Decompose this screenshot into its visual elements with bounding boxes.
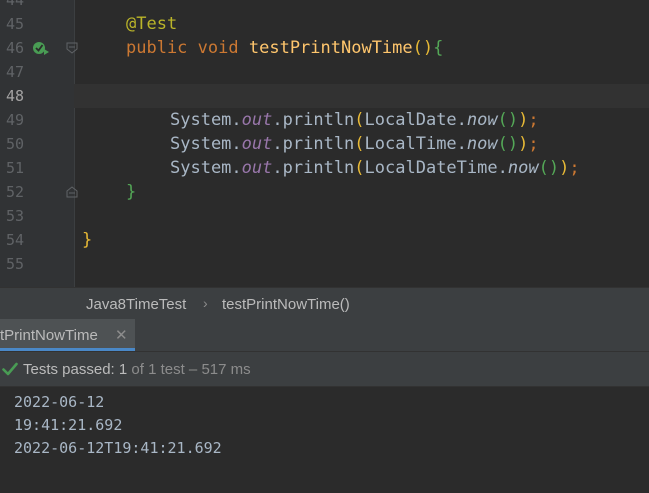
fold-icon[interactable]	[66, 42, 78, 54]
code-line-54[interactable]: 54 }	[0, 228, 649, 252]
tests-passed-label: Tests passed: 1	[23, 361, 128, 378]
code-line-49[interactable]: 49 System.out.println(LocalDate.now());	[0, 108, 649, 132]
breadcrumb-method[interactable]: testPrintNowTime()	[222, 296, 350, 313]
static-method: now	[507, 158, 539, 178]
console-line: 2022-06-12	[14, 393, 105, 411]
tab-run-testprintnowtime[interactable]: tPrintNowTime ✕	[0, 319, 135, 351]
class-close-brace: }	[82, 230, 93, 250]
line-number: 55	[5, 255, 24, 273]
method-call: println	[282, 110, 355, 130]
console-line: 2022-06-12T19:41:21.692	[14, 439, 222, 457]
run-tool-window-tabs: tPrintNowTime ✕	[0, 319, 649, 352]
code-line-48[interactable]: 48	[0, 84, 649, 108]
keyword-void: void	[197, 38, 239, 58]
class-ref: System	[170, 158, 232, 178]
breadcrumb-class[interactable]: Java8TimeTest	[86, 296, 186, 313]
code-line-55[interactable]: 55	[0, 252, 649, 276]
static-method: now	[466, 110, 498, 130]
method-name: testPrintNowTime	[248, 38, 413, 58]
console-output[interactable]: 2022-06-12 19:41:21.692 2022-06-12T19:41…	[0, 387, 649, 493]
code-line-45[interactable]: 45 @Test	[0, 12, 649, 36]
test-status-bar: Tests passed: 1 of 1 test – 517 ms	[0, 352, 649, 387]
class-ref: System	[170, 110, 232, 130]
check-icon	[2, 362, 18, 376]
breadcrumb-separator-icon: ›	[203, 295, 208, 311]
line-number: 45	[5, 15, 24, 33]
tests-detail: of 1 test – 517 ms	[127, 361, 251, 378]
line-number: 47	[5, 63, 24, 81]
line-number: 51	[5, 159, 24, 177]
test-annotation: @Test	[126, 14, 178, 34]
class-ref: LocalDate	[364, 110, 457, 130]
field-ref: out	[241, 134, 273, 154]
method-call: println	[282, 134, 355, 154]
field-ref: out	[241, 110, 273, 130]
console-line: 19:41:21.692	[14, 416, 123, 434]
code-editor[interactable]: 44 45 @Test 46 public void testPrintNowT…	[0, 0, 649, 287]
method-close-brace: }	[126, 182, 137, 202]
line-number: 46	[5, 39, 24, 57]
fold-end-icon[interactable]	[66, 186, 78, 198]
static-method: now	[466, 134, 498, 154]
line-number: 53	[5, 207, 24, 225]
method-call: println	[282, 158, 355, 178]
line-number: 44	[5, 0, 24, 9]
code-line-50[interactable]: 50 System.out.println(LocalTime.now());	[0, 132, 649, 156]
breadcrumb: Java8TimeTest › testPrintNowTime()	[0, 287, 649, 320]
line-number: 52	[5, 183, 24, 201]
line-number: 48	[5, 87, 24, 105]
class-ref: System	[170, 134, 232, 154]
class-ref: LocalTime	[364, 134, 457, 154]
run-test-icon[interactable]	[32, 40, 50, 56]
code-line-53[interactable]: 53	[0, 204, 649, 228]
code-line-51[interactable]: 51 System.out.println(LocalDateTime.now(…	[0, 156, 649, 180]
tab-label: tPrintNowTime	[0, 327, 98, 344]
keyword-public: public	[126, 38, 188, 58]
line-number: 50	[5, 135, 24, 153]
line-number: 49	[5, 111, 24, 129]
close-icon[interactable]: ✕	[115, 326, 128, 344]
field-ref: out	[241, 158, 273, 178]
code-line-44[interactable]: 44	[0, 0, 649, 12]
code-line-52[interactable]: 52 }	[0, 180, 649, 204]
line-number: 54	[5, 231, 24, 249]
class-ref: LocalDateTime	[364, 158, 498, 178]
code-line-46[interactable]: 46 public void testPrintNowTime(){	[0, 36, 649, 60]
code-line-47[interactable]: 47	[0, 60, 649, 84]
